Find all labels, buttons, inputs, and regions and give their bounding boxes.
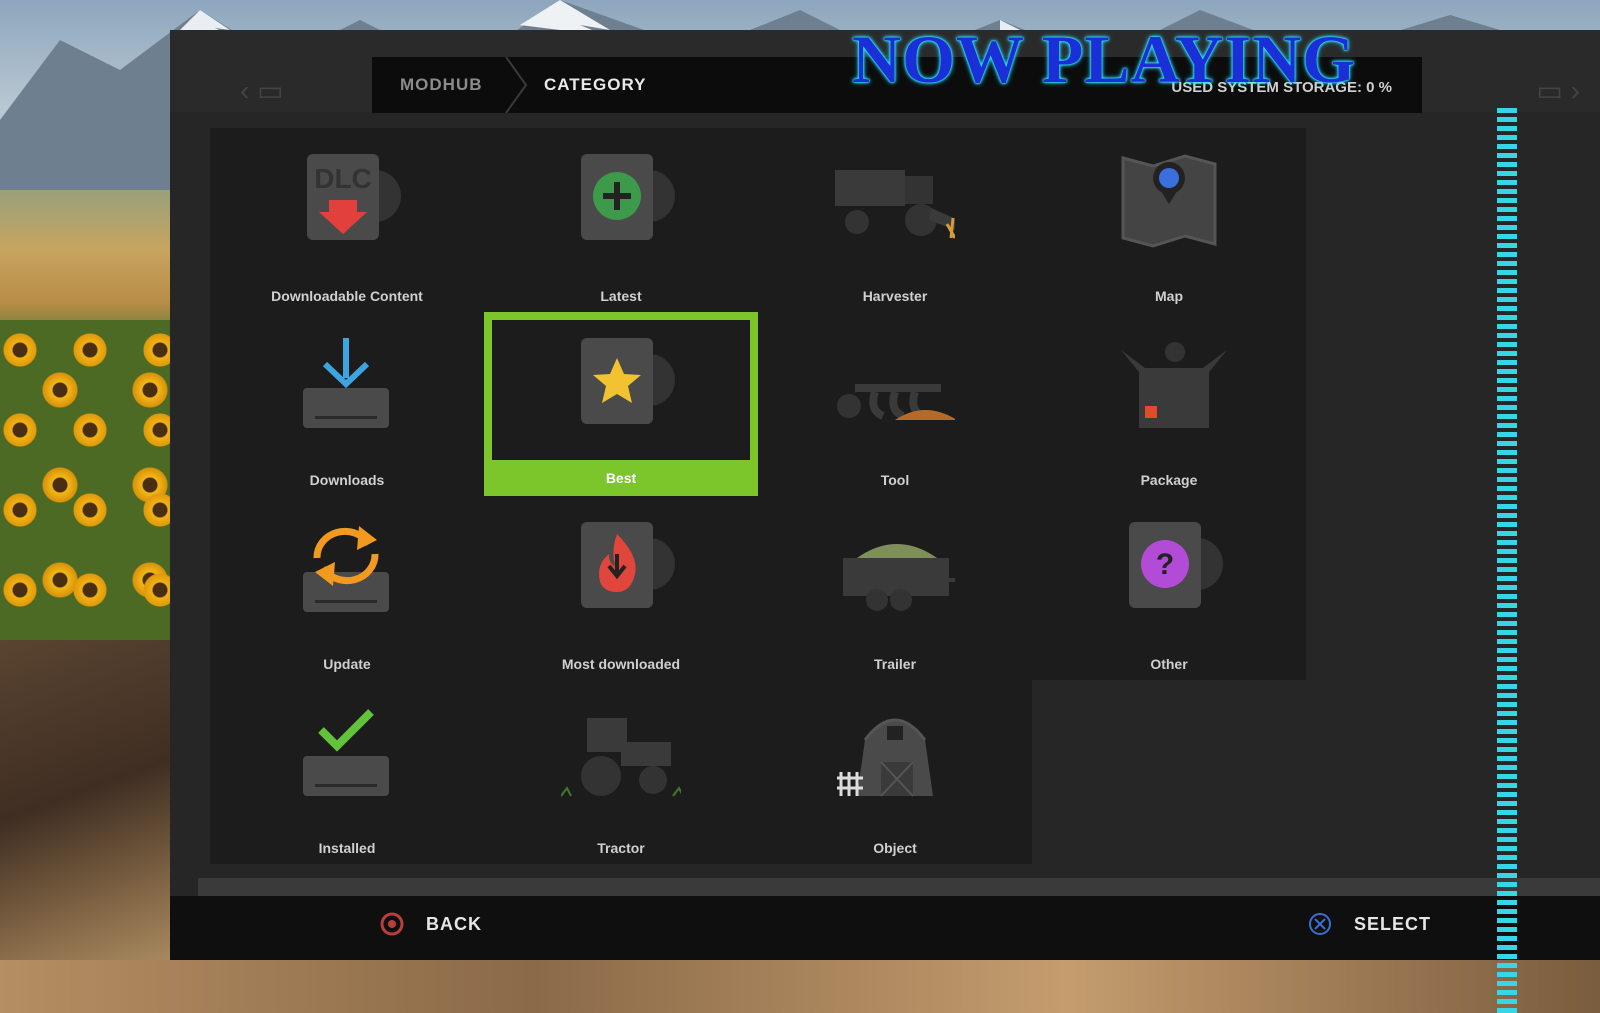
- tile-other[interactable]: ? Other: [1032, 496, 1306, 680]
- tile-label: Map: [1155, 288, 1183, 304]
- tile-package[interactable]: Package: [1032, 312, 1306, 496]
- installed-icon: [303, 709, 389, 796]
- map-icon: [1121, 154, 1217, 248]
- tile-label: Installed: [318, 840, 376, 856]
- downloads-icon: [303, 338, 389, 428]
- tractor-icon: [561, 718, 681, 797]
- trailer-icon: [843, 544, 955, 611]
- audio-level-meter: [1497, 108, 1517, 1013]
- tool-icon: [837, 384, 955, 420]
- tile-map[interactable]: Map: [1032, 128, 1306, 312]
- horizontal-scrollbar[interactable]: [198, 878, 1600, 896]
- category-grid: DLC Downloadable Content Latest Harveste…: [210, 128, 1308, 864]
- best-star-icon: [581, 338, 675, 424]
- harvester-icon: [835, 170, 955, 239]
- package-icon: [1121, 342, 1227, 428]
- tile-label: Update: [323, 656, 371, 672]
- tile-label: Best: [484, 460, 758, 496]
- cross-button-icon: [1309, 913, 1331, 935]
- back-label: BACK: [426, 913, 482, 934]
- tile-label: Trailer: [873, 656, 917, 672]
- select-button[interactable]: SELECT: [1308, 912, 1431, 936]
- tile-object[interactable]: Object: [758, 680, 1032, 864]
- breadcrumb-modhub[interactable]: MODHUB: [400, 75, 483, 95]
- tile-label: Package: [1140, 472, 1198, 488]
- dlc-icon: DLC: [307, 154, 401, 240]
- tile-label: Downloadable Content: [271, 288, 423, 304]
- nav-right-icon[interactable]: ▭ ›: [1536, 74, 1580, 107]
- nav-left-icon[interactable]: ‹ ▭: [240, 74, 284, 107]
- tile-label: Harvester: [862, 288, 928, 304]
- tile-harvester[interactable]: Harvester: [758, 128, 1032, 312]
- tile-label: Most downloaded: [561, 656, 681, 672]
- tile-most-downloaded[interactable]: Most downloaded: [484, 496, 758, 680]
- now-playing-overlay: NOW PLAYING: [852, 21, 1357, 97]
- ground: [0, 960, 1600, 1013]
- other-icon: ?: [1129, 522, 1223, 608]
- svg-text:DLC: DLC: [314, 163, 372, 194]
- tile-label: Downloads: [309, 472, 385, 488]
- most-downloaded-icon: [581, 522, 675, 608]
- latest-icon: [581, 154, 675, 240]
- select-label: SELECT: [1354, 913, 1432, 934]
- back-button[interactable]: BACK: [380, 912, 482, 936]
- breadcrumb-separator-icon: [505, 57, 528, 113]
- tile-tractor[interactable]: Tractor: [484, 680, 758, 864]
- tile-label: Latest: [600, 288, 642, 304]
- tile-latest[interactable]: Latest: [484, 128, 758, 312]
- tile-label: Object: [873, 840, 917, 856]
- object-barn-icon: [837, 718, 933, 797]
- modhub-panel: ‹ ▭ ▭ › MODHUB CATEGORY USED SYSTEM STOR…: [170, 30, 1600, 960]
- tile-downloadable-content[interactable]: DLC Downloadable Content: [210, 128, 484, 312]
- tile-best[interactable]: Best: [484, 312, 758, 496]
- tile-tool[interactable]: Tool: [758, 312, 1032, 496]
- tile-downloads[interactable]: Downloads: [210, 312, 484, 496]
- breadcrumb-category: CATEGORY: [544, 75, 647, 94]
- tile-trailer[interactable]: Trailer: [758, 496, 1032, 680]
- tile-installed[interactable]: Installed: [210, 680, 484, 864]
- bottom-bar: BACK SELECT: [170, 896, 1600, 960]
- svg-text:?: ?: [1156, 548, 1174, 581]
- circle-button-icon: [380, 912, 404, 936]
- tile-label: Tractor: [597, 840, 645, 856]
- update-icon: [303, 526, 389, 612]
- tile-label: Other: [1150, 656, 1188, 672]
- tile-label: Tool: [880, 472, 910, 488]
- tile-update[interactable]: Update: [210, 496, 484, 680]
